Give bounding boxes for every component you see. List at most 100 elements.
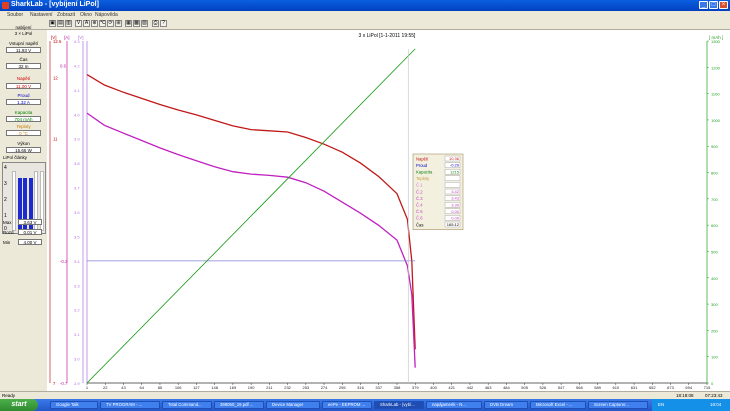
legend-row-value: 0.00 — [451, 209, 460, 214]
task-google-talk[interactable]: Google Talk — [50, 401, 98, 409]
legend-row-label: Č.2 — [416, 189, 423, 194]
capacity-tick-label: 1300 — [711, 39, 721, 44]
task-dvb-dream[interactable]: DVB Dream — [484, 401, 528, 409]
grid-icon[interactable]: ⊞ — [115, 20, 122, 27]
legend-row-value: 0.00 — [451, 216, 460, 221]
task-napajamerik[interactable]: napájamerik - N... — [426, 401, 482, 409]
x-tick-label: 43 — [121, 385, 126, 390]
x-tick-label: 127 — [193, 385, 200, 390]
menu-help[interactable]: Nápověda — [95, 12, 118, 18]
x-tick-label: 190 — [248, 385, 255, 390]
close-button[interactable]: × — [719, 1, 728, 9]
current-unit-label: [A] — [64, 35, 70, 40]
x-tick-label: 715 — [704, 385, 711, 390]
x-tick-label: 316 — [357, 385, 364, 390]
current-tick-label: -0.2 — [60, 259, 68, 264]
x-tick-label: 589 — [594, 385, 601, 390]
maximize-button[interactable]: □ — [709, 1, 718, 9]
task-tv-program[interactable]: TV PROGRAM - ... — [100, 401, 160, 409]
task-screen-capturer[interactable]: Screen Capturer... — [588, 401, 648, 409]
field-label: Vstupní napětí — [8, 41, 39, 46]
task-excel[interactable]: Microsoft Excel - ... — [530, 401, 586, 409]
x-tick-label: 85 — [158, 385, 163, 390]
taskbar: start Google Talk TV PROGRAM - ... Total… — [0, 399, 730, 411]
mode-label: nabíjení — [15, 25, 32, 30]
x-tick-label: 295 — [339, 385, 346, 390]
task-device-manager[interactable]: Device Manager — [266, 401, 320, 409]
cell-tick-label: 2.9 — [74, 381, 80, 386]
legend-value-box — [444, 175, 461, 182]
new-icon[interactable]: ▣ — [49, 20, 56, 27]
temperature-toggle-icon[interactable]: ℃ — [99, 20, 106, 27]
legend-row-value: -0.29 — [450, 163, 460, 168]
legend-row-value: 3.42 — [451, 189, 460, 194]
toolbar: ▣ ▤ ▥ V A ⊕ ℃ ⟳ ⊞ ▦ ▩ ▧ ⎙ ? — [0, 19, 730, 30]
refresh-icon[interactable]: ⟳ — [107, 20, 114, 27]
window-icon[interactable]: ▩ — [133, 20, 140, 27]
x-tick-label: 505 — [521, 385, 528, 390]
capacity-tick-label: 800 — [711, 171, 718, 176]
help-icon[interactable]: ? — [160, 20, 167, 27]
task-pdf[interactable]: 398050_19.pdf ... — [214, 401, 264, 409]
capacity-tick-label: 600 — [711, 223, 718, 228]
cell-tick-label: 4.0 — [74, 112, 80, 117]
capacity-tick-label: 500 — [711, 249, 718, 254]
voltage-tick-label: 7 — [53, 381, 56, 386]
legend-row-label: Č.3 — [416, 196, 423, 201]
field-label: Čas — [19, 57, 28, 62]
cell-tick-label: 3.1 — [74, 332, 80, 337]
menu-settings[interactable]: Nastavení — [30, 12, 53, 18]
legend-row-label: Kapacita — [416, 170, 433, 175]
field-label: Kapacita — [14, 110, 33, 115]
app-icon — [2, 2, 9, 9]
status-time-2: 07:23:43 — [705, 393, 723, 398]
minimize-button[interactable]: _ — [699, 1, 708, 9]
task-eepe[interactable]: eePe - EEPROM ... — [322, 401, 372, 409]
title-bar: SharkLab - [vybíjení LiPol] _ □ × — [0, 0, 730, 11]
x-tick-label: 631 — [631, 385, 638, 390]
x-tick-label: 274 — [321, 385, 328, 390]
max-label: Max — [3, 220, 12, 225]
rozdil-value: 0.01 V — [18, 229, 42, 235]
tile-icon[interactable]: ▧ — [141, 20, 148, 27]
capacity-tick-label: 300 — [711, 302, 718, 307]
x-tick-label: 232 — [284, 385, 291, 390]
capacity-tick-label: 1200 — [711, 65, 721, 70]
x-tick-label: 547 — [558, 385, 565, 390]
x-tick-label: 22 — [103, 385, 108, 390]
capacity-toggle-icon[interactable]: ⊕ — [91, 20, 98, 27]
menu-view[interactable]: Zobrazit — [57, 12, 75, 18]
print-icon[interactable]: ⎙ — [152, 20, 159, 27]
input-voltage-value: 11.93 V — [6, 47, 41, 53]
task-sharklab[interactable]: SharkLab - [vybí... — [374, 401, 424, 409]
left-panel: nabíjení 3 × LiPol Vstupní napětí 11.93 … — [0, 25, 47, 390]
legend-row-label: Teploty — [416, 176, 430, 181]
series-line — [86, 74, 416, 350]
field-label: Proud — [17, 93, 30, 98]
current-toggle-icon[interactable]: A — [83, 20, 90, 27]
legend-row-label: Č.5 — [416, 209, 423, 214]
save-icon[interactable]: ▥ — [65, 20, 72, 27]
chart-area[interactable]: [V] [A] [V][ mAh ] 12.6 12 11 7 0.6 -0.2 -0.7 4.3 4… — [47, 30, 730, 391]
cells-scale-label: 2 — [4, 197, 7, 203]
x-tick-label: 610 — [612, 385, 619, 390]
cells-scale-label: 4 — [4, 165, 7, 171]
cell-tick-label: 4.3 — [74, 39, 80, 44]
x-tick-label: 568 — [576, 385, 583, 390]
open-icon[interactable]: ▤ — [57, 20, 64, 27]
current-value: 1.32 A — [6, 99, 41, 105]
x-tick-label: 148 — [211, 385, 218, 390]
start-button[interactable]: start — [0, 399, 38, 411]
task-total-commander[interactable]: Total Command... — [162, 401, 212, 409]
battery-label: 3 × LiPol — [14, 31, 33, 36]
menu-file[interactable]: Soubor — [7, 12, 23, 18]
language-indicator[interactable]: EN — [658, 402, 664, 407]
menu-window[interactable]: Okno — [80, 12, 92, 18]
layout-icon[interactable]: ▦ — [125, 20, 132, 27]
capacity-tick-label: 0 — [711, 381, 714, 386]
current-tick-label: 0.6 — [60, 63, 67, 68]
current-tick-label: -0.7 — [60, 381, 68, 386]
voltage-toggle-icon[interactable]: V — [75, 20, 82, 27]
cell-tick-label: 3.6 — [74, 210, 80, 215]
max-value: 3.63 V — [18, 219, 42, 225]
